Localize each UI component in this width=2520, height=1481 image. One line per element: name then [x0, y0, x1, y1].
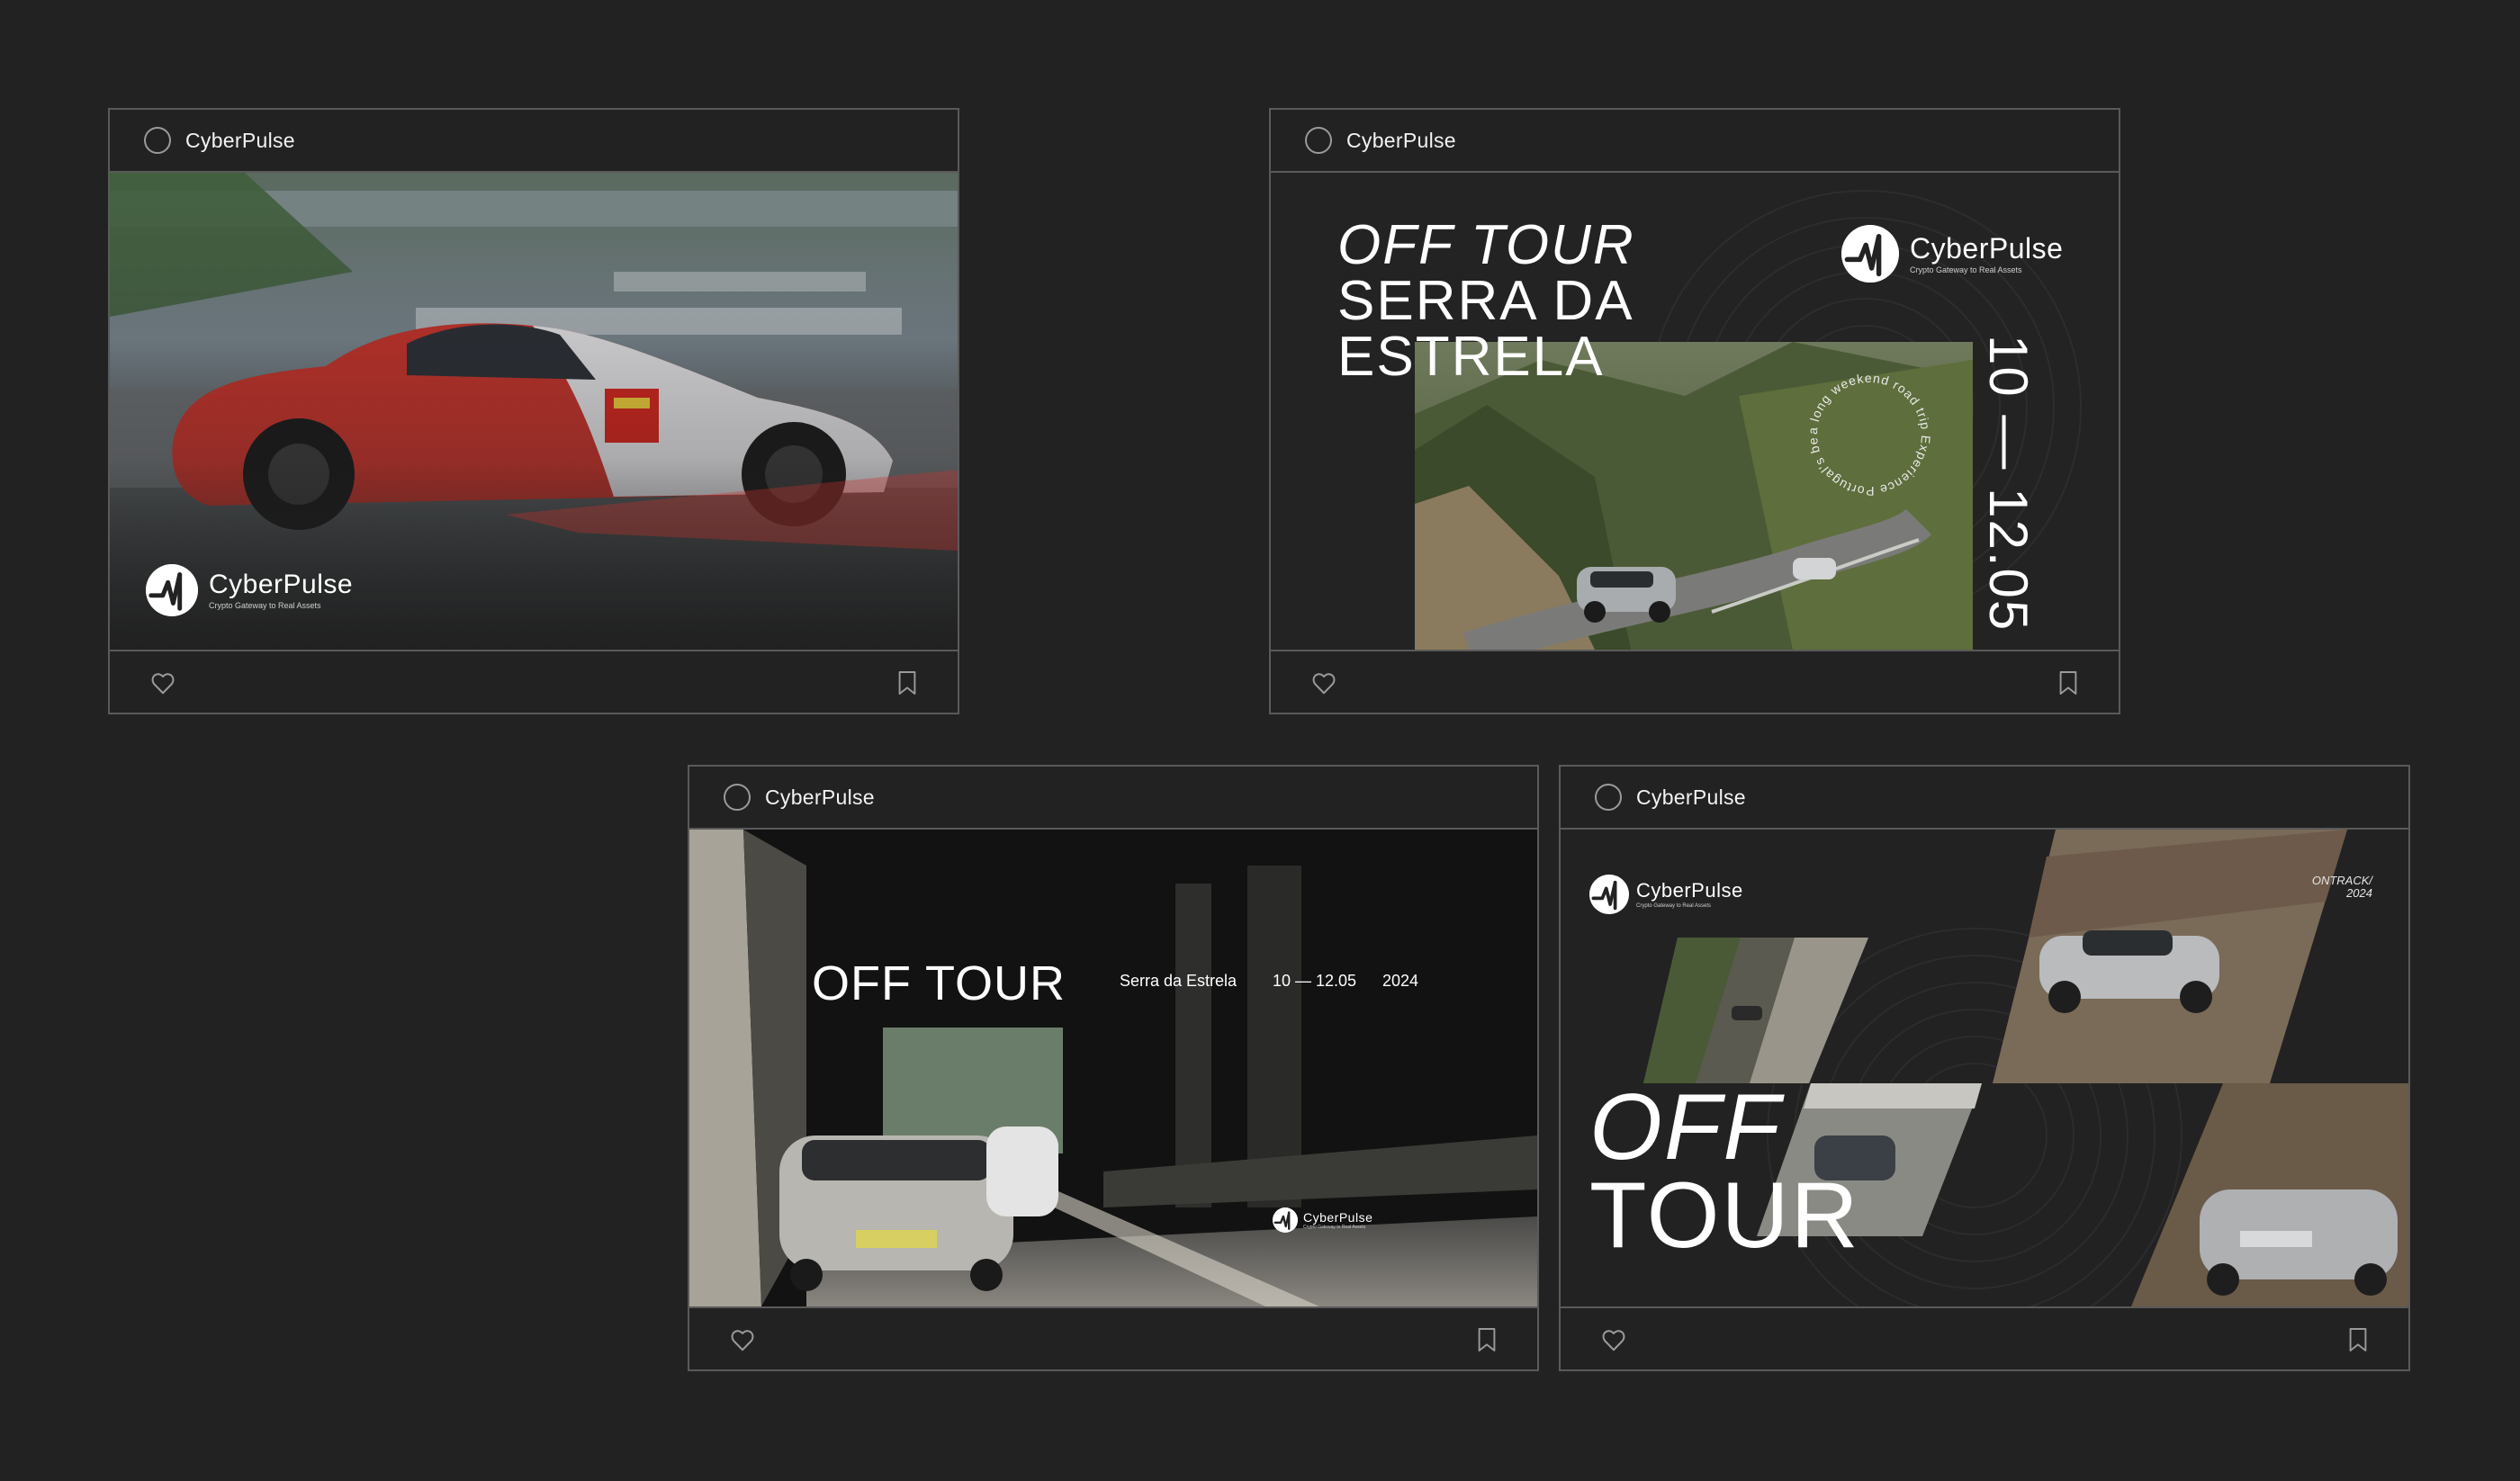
heart-icon[interactable]: [149, 669, 176, 696]
bookmark-icon[interactable]: [1476, 1326, 1498, 1353]
title-line-2: SERRA DA: [1337, 270, 1634, 332]
corner-label: ONTRACK/ 2024: [2312, 875, 2372, 900]
title-block: OFF TOUR SERRA DA ESTRELA: [1337, 218, 1635, 385]
logo-tagline: Crypto Gateway to Real Assets: [1303, 1224, 1366, 1230]
brand-logo: CyberPulse Crypto Gateway to Real Assets: [1841, 225, 2063, 283]
pulse-logo-icon: [1841, 225, 1899, 283]
logo-name: CyberPulse: [1910, 231, 2064, 265]
pulse-logo-icon: [1589, 875, 1629, 914]
title-line-1: OFF TOUR: [1337, 214, 1635, 276]
bookmark-icon[interactable]: [2347, 1326, 2369, 1353]
heart-icon[interactable]: [1310, 669, 1337, 696]
collage-title-line-1: OFF: [1589, 1075, 1782, 1180]
logo-name: CyberPulse: [1303, 1209, 1373, 1225]
post-image-race-car[interactable]: CyberPulse Crypto Gateway to Real Assets: [110, 173, 958, 650]
post-header: CyberPulse: [110, 110, 958, 173]
post-image-tunnel[interactable]: OFF TOUR Serra da Estrela 10 — 12.05 202…: [689, 830, 1537, 1306]
post-actions: [110, 650, 958, 713]
corner-label-line-1: ONTRACK/: [2311, 874, 2372, 887]
tunnel-dates: 10 — 12.05: [1273, 972, 1357, 990]
bookmark-icon[interactable]: [896, 669, 918, 696]
logo-name: CyberPulse: [209, 569, 354, 599]
svg-text:a long weekend road trip Exper: a long weekend road trip Experience Port…: [1802, 367, 1933, 498]
account-name[interactable]: CyberPulse: [765, 785, 875, 810]
account-name[interactable]: CyberPulse: [1636, 785, 1746, 810]
collage-title: OFF TOUR: [1589, 1075, 1860, 1268]
post-header: CyberPulse: [689, 767, 1537, 830]
corner-label-line-2: 2024: [2346, 886, 2372, 900]
collage-title-line-2: TOUR: [1589, 1163, 1860, 1268]
post-4: CyberPulse CyberPulse Crypto Gateway to …: [1559, 765, 2410, 1371]
post-2: CyberPulse OFF TOUR SERRA DA ESTRELA Cyb…: [1269, 108, 2120, 714]
post-actions: [689, 1306, 1537, 1369]
tunnel-location: Serra da Estrela: [1120, 972, 1238, 990]
post-image-collage[interactable]: CyberPulse Crypto Gateway to Real Assets…: [1561, 830, 2408, 1306]
logo-name: CyberPulse: [1636, 878, 1743, 902]
tunnel-photo: [689, 830, 1537, 1306]
post-actions: [1561, 1306, 2408, 1369]
post-actions: [1271, 650, 2119, 713]
logo-tagline: Crypto Gateway to Real Assets: [1636, 902, 1712, 909]
dates-vertical: 10 — 12.05: [1978, 335, 2038, 633]
post-image-serra-da-estrela[interactable]: OFF TOUR SERRA DA ESTRELA CyberPulse Cry…: [1271, 173, 2119, 650]
post-header: CyberPulse: [1561, 767, 2408, 830]
avatar[interactable]: [1305, 127, 1332, 154]
pulse-logo-icon: [146, 564, 198, 616]
avatar[interactable]: [1595, 784, 1622, 811]
post-1: CyberPulse CyberPulse Crypto Gateway to …: [108, 108, 959, 714]
title-line-3: ESTRELA: [1337, 326, 1605, 388]
heart-icon[interactable]: [729, 1326, 756, 1353]
heart-icon[interactable]: [1600, 1326, 1627, 1353]
brand-logo: CyberPulse Crypto Gateway to Real Assets: [1589, 875, 1743, 914]
circular-caption-text: a long weekend road trip Experience Port…: [1802, 367, 1932, 498]
tunnel-year: 2024: [1382, 972, 1419, 990]
bookmark-icon[interactable]: [2057, 669, 2079, 696]
avatar[interactable]: [144, 127, 171, 154]
brand-logo: CyberPulse Crypto Gateway to Real Assets: [146, 564, 353, 616]
account-name[interactable]: CyberPulse: [185, 129, 295, 153]
logo-tagline: Crypto Gateway to Real Assets: [1910, 265, 2022, 274]
tunnel-title: OFF TOUR: [812, 956, 1066, 1010]
post-header: CyberPulse: [1271, 110, 2119, 173]
account-name[interactable]: CyberPulse: [1346, 129, 1456, 153]
brand-logo: CyberPulse Crypto Gateway to Real Assets: [1273, 1207, 1372, 1233]
logo-tagline: Crypto Gateway to Real Assets: [209, 600, 321, 610]
circular-caption: a long weekend road trip Experience Port…: [1802, 367, 1933, 498]
pulse-logo-icon: [1273, 1207, 1298, 1233]
post-3: CyberPulse OFF TOUR Serra da Estrela 10 …: [688, 765, 1539, 1371]
avatar[interactable]: [724, 784, 751, 811]
